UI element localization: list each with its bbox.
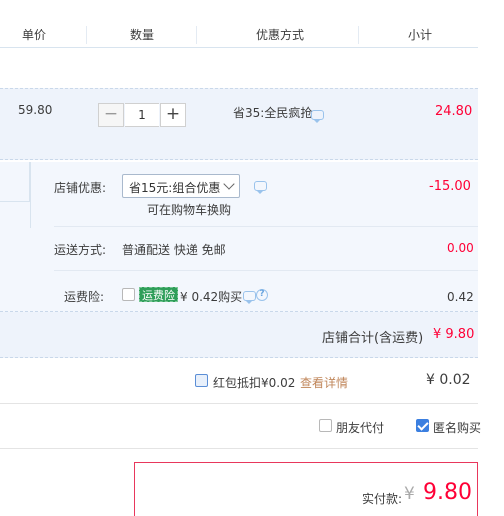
payment-label: 实付款: [362, 492, 403, 506]
shop-discount-amount: -15.00 [429, 179, 471, 194]
help-icon[interactable]: ? [256, 289, 268, 301]
divider [30, 162, 31, 228]
item-subtotal: 24.80 [435, 104, 473, 119]
red-packet-checkbox[interactable] [195, 374, 208, 387]
anonymous-label: 匿名购买 [433, 421, 482, 435]
friend-pay-checkbox[interactable] [319, 419, 332, 432]
header-quantity: 数量 [130, 28, 155, 42]
divider [0, 403, 478, 404]
chat-icon[interactable] [243, 291, 256, 304]
shop-discount-selected: 省15元:组合优惠 [129, 181, 221, 195]
cart-item-row [0, 88, 478, 160]
header-discount-method: 优惠方式 [256, 28, 305, 42]
shop-discount-label: 店铺优惠: [54, 181, 107, 195]
shop-total-amount: ¥ 9.80 [433, 327, 475, 342]
insurance-label: 运费险: [64, 290, 105, 304]
insurance-amount: 0.42 [447, 290, 474, 304]
header-divider [358, 26, 359, 44]
divider [54, 270, 478, 271]
header-divider [196, 26, 197, 44]
order-table-header: 单价 数量 优惠方式 小计 [0, 22, 478, 48]
friend-pay-label: 朋友代付 [336, 421, 385, 435]
header-divider [86, 26, 87, 44]
payment-currency: ¥ [404, 484, 415, 504]
insurance-tag: 运费险 [139, 287, 178, 302]
red-packet-amount: ¥ 0.02 [426, 372, 471, 388]
chat-icon[interactable] [311, 110, 324, 123]
divider [0, 448, 478, 449]
shipping-amount: 0.00 [447, 241, 474, 255]
item-unit-price: 59.80 [18, 103, 53, 117]
shipping-label: 运送方式: [54, 243, 107, 257]
chevron-down-icon [223, 178, 235, 190]
quantity-increase-button[interactable]: + [160, 103, 186, 127]
insurance-checkbox[interactable] [122, 288, 135, 301]
header-unit-price: 单价 [22, 28, 47, 42]
item-promotion: 省35:全民疯抢 [233, 106, 313, 120]
shop-total-label: 店铺合计(含运费) [322, 331, 424, 346]
quantity-decrease-button[interactable]: − [98, 103, 124, 127]
insurance-price: ¥ 0.42购买 [180, 290, 243, 304]
shipping-method: 普通配送 快递 免邮 [122, 243, 226, 257]
header-subtotal: 小计 [408, 28, 433, 42]
quantity-stepper: − 1 + [98, 103, 186, 127]
red-packet-details-link[interactable]: 查看详情 [300, 374, 348, 391]
red-packet-label: 红包抵扣¥0.02 [213, 376, 296, 390]
shop-left-panel [0, 162, 30, 202]
chat-icon[interactable] [254, 181, 267, 194]
payment-amount: 9.80 [423, 480, 472, 505]
anonymous-checkbox[interactable] [416, 419, 429, 432]
divider [54, 226, 478, 227]
quantity-input[interactable]: 1 [125, 103, 159, 127]
shop-discount-hint: 可在购物车换购 [147, 203, 232, 217]
shop-discount-select[interactable]: 省15元:组合优惠 [122, 174, 240, 198]
